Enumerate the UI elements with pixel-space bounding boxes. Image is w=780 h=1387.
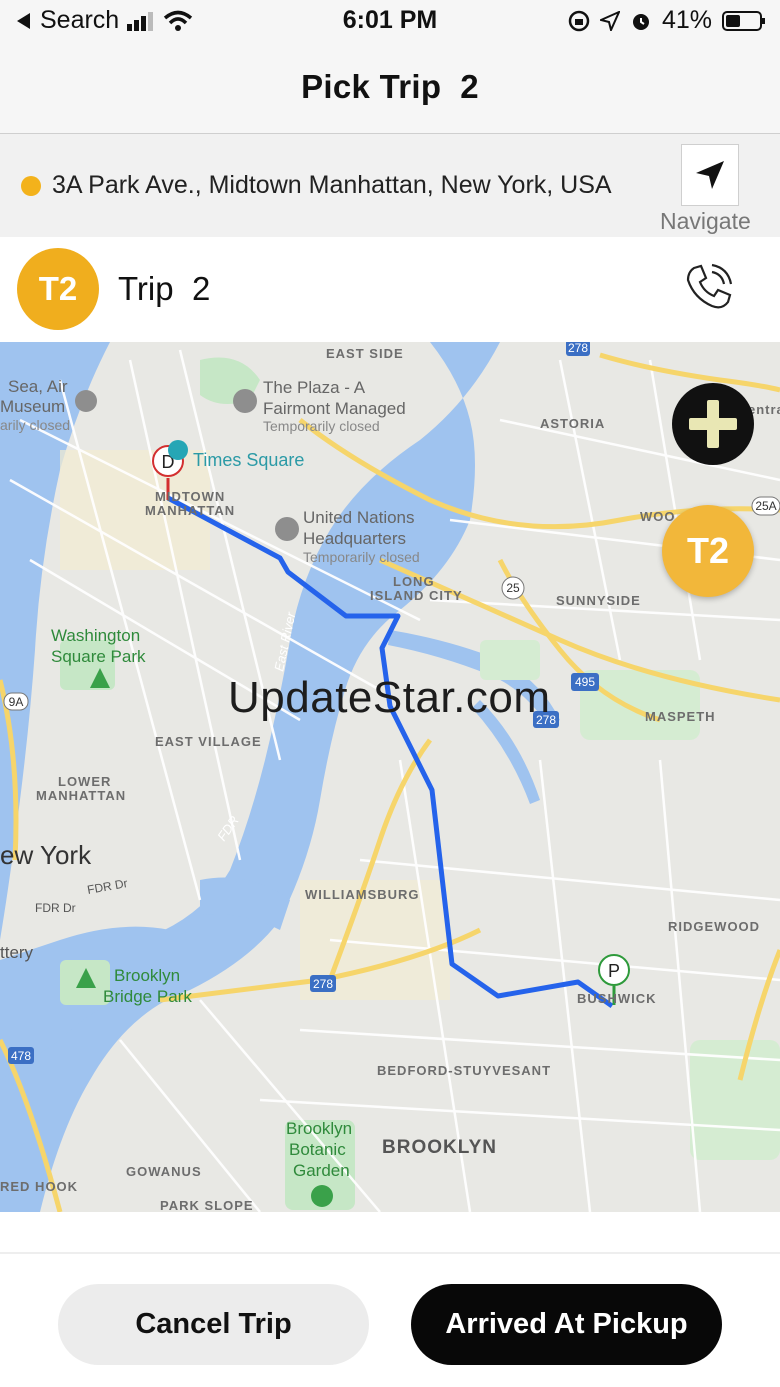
label-midtown-2: MANHATTAN	[145, 503, 235, 518]
status-bar: Search 6:01 PM 41%	[0, 0, 780, 44]
label-bed-stuy: BEDFORD-STUYVESANT	[377, 1063, 551, 1078]
label-sea-air: Sea, Air	[8, 377, 68, 396]
label-plaza-3: Temporarily closed	[263, 418, 380, 434]
alarm-icon	[632, 13, 649, 30]
trip-badge: T2	[17, 248, 99, 330]
location-arrow-icon	[599, 10, 620, 31]
hw-278-top-label: 278	[568, 342, 588, 355]
label-east-village: EAST VILLAGE	[155, 734, 262, 749]
label-temp-closed-1: arily closed	[0, 417, 70, 433]
label-lower-1: LOWER	[58, 774, 111, 789]
garden-flower-icon	[311, 1185, 333, 1207]
times-square-icon	[168, 440, 188, 460]
label-botanic-3: Garden	[293, 1161, 350, 1180]
label-astoria: ASTORIA	[540, 416, 605, 431]
label-sunnyside: SUNNYSIDE	[556, 593, 641, 608]
label-brooklyn: BROOKLYN	[382, 1137, 497, 1158]
label-times-square: Times Square	[193, 450, 304, 470]
label-midtown-1: MIDTOWN	[155, 489, 225, 504]
status-right: 41%	[568, 6, 766, 35]
watermark: UpdateStar.com	[228, 673, 551, 722]
un-icon	[275, 517, 299, 541]
pickup-dot-icon	[21, 176, 41, 196]
map-trip-badge[interactable]: T2	[662, 505, 754, 597]
label-brooklyn-bridge-1: Brooklyn	[114, 966, 180, 985]
phone-call-icon[interactable]	[682, 262, 734, 314]
label-red-hook: RED HOOK	[0, 1179, 78, 1194]
label-ttery: ttery	[0, 943, 34, 962]
plus-icon	[689, 400, 737, 448]
hw-495-label: 495	[575, 675, 595, 689]
cancel-trip-button[interactable]: Cancel Trip	[58, 1284, 369, 1365]
label-williamsburg: WILLIAMSBURG	[305, 887, 420, 902]
trip-name: Trip 2	[118, 270, 211, 307]
label-woo: WOO	[640, 509, 676, 524]
battery-icon	[722, 10, 765, 31]
label-fdr-dr-2: FDR Dr	[35, 901, 76, 915]
navigation-arrow-icon	[696, 161, 724, 189]
hw-478-label: 478	[11, 1049, 31, 1063]
hw-25a-label: 25A	[755, 499, 776, 513]
trip-row	[0, 238, 780, 342]
label-new-york: ew York	[0, 840, 92, 870]
map-view[interactable]: D P 278 25A 25 495 278 9A 278 478 EAST S…	[0, 342, 780, 1212]
battery-percent: 41%	[661, 6, 712, 34]
label-lower-2: MANHATTAN	[36, 788, 126, 803]
hw-278-b-label: 278	[313, 977, 333, 991]
label-un-3: Temporarily closed	[303, 549, 420, 565]
label-un-2: Headquarters	[303, 529, 406, 548]
label-park-slope: PARK SLOPE	[160, 1198, 254, 1212]
page-title: Pick Trip 2	[301, 68, 479, 105]
divider	[0, 1252, 780, 1254]
label-bushwick: BUSHWICK	[577, 991, 657, 1006]
label-long-island-2: ISLAND CITY	[370, 588, 463, 603]
hotel-icon	[233, 389, 257, 413]
zoom-in-button[interactable]	[672, 383, 754, 465]
label-maspeth: MASPETH	[645, 709, 716, 724]
pickup-pin-letter: P	[608, 961, 620, 981]
label-plaza-1: The Plaza - A	[263, 378, 366, 397]
label-plaza-2: Fairmont Managed	[263, 399, 406, 418]
map-canvas: D P 278 25A 25 495 278 9A 278 478 EAST S…	[0, 342, 780, 1212]
navigate-button[interactable]	[681, 144, 739, 206]
museum-icon	[75, 390, 97, 412]
label-washington-2: Square Park	[51, 647, 146, 666]
label-long-island-1: LONG	[393, 574, 435, 589]
hw-25-label: 25	[506, 581, 520, 595]
label-botanic-1: Brooklyn	[286, 1119, 352, 1138]
label-botanic-2: Botanic	[289, 1140, 346, 1159]
label-gowanus: GOWANUS	[126, 1164, 202, 1179]
rotation-lock-icon	[568, 10, 590, 31]
label-museum: Museum	[0, 397, 65, 416]
hw-9a-label: 9A	[9, 695, 24, 709]
label-washington-1: Washington	[51, 626, 140, 645]
pickup-address: 3A Park Ave., Midtown Manhattan, New Yor…	[52, 171, 612, 199]
label-un-1: United Nations	[303, 508, 415, 527]
navigation-header: Pick Trip 2	[0, 44, 780, 134]
label-brooklyn-bridge-2: Bridge Park	[103, 987, 192, 1006]
label-ridgewood: RIDGEWOOD	[668, 919, 760, 934]
arrived-at-pickup-button[interactable]: Arrived At Pickup	[411, 1284, 722, 1365]
navigate-label: Navigate	[660, 208, 751, 234]
label-east-side: EAST SIDE	[326, 346, 404, 361]
